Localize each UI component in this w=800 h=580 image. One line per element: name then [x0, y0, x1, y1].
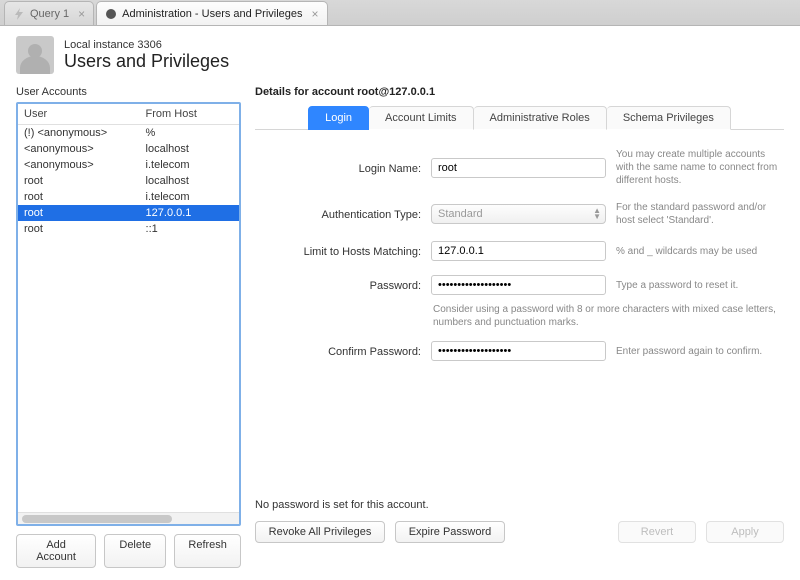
tab-administration[interactable]: Administration - Users and Privileges ×	[96, 1, 327, 25]
password-input[interactable]	[431, 275, 606, 295]
cell-host: %	[140, 125, 239, 141]
close-icon[interactable]: ×	[312, 8, 319, 20]
tab-label: Query 1	[30, 8, 69, 20]
password-label: Password:	[261, 278, 421, 292]
tab-login[interactable]: Login	[308, 106, 369, 130]
hosts-label: Limit to Hosts Matching:	[261, 244, 421, 258]
password-advice: Consider using a password with 8 or more…	[433, 303, 778, 329]
confirm-password-label: Confirm Password:	[261, 344, 421, 358]
col-user-header[interactable]: User	[18, 104, 140, 124]
details-tabs: Login Account Limits Administrative Role…	[255, 106, 784, 130]
refresh-button[interactable]: Refresh	[174, 534, 241, 568]
auth-type-label: Authentication Type:	[261, 207, 421, 221]
hosts-hint: % and _ wildcards may be used	[616, 245, 778, 258]
admin-icon	[105, 8, 117, 20]
table-row[interactable]: rootlocalhost	[18, 173, 239, 189]
cell-host: ::1	[140, 221, 239, 237]
col-host-header[interactable]: From Host	[140, 104, 239, 124]
table-row[interactable]: <anonymous>i.telecom	[18, 157, 239, 173]
password-hint: Type a password to reset it.	[616, 279, 778, 292]
login-name-input[interactable]	[431, 158, 606, 178]
revert-button[interactable]: Revert	[618, 521, 696, 543]
cell-user: root	[18, 205, 140, 221]
cell-host: localhost	[140, 173, 239, 189]
tab-label: Administration - Users and Privileges	[122, 8, 302, 20]
revoke-all-button[interactable]: Revoke All Privileges	[255, 521, 385, 543]
delete-button[interactable]: Delete	[104, 534, 166, 568]
table-row[interactable]: (!) <anonymous>%	[18, 125, 239, 141]
cell-host: i.telecom	[140, 157, 239, 173]
accounts-title: User Accounts	[16, 86, 241, 98]
instance-label: Local instance 3306	[64, 39, 229, 51]
tab-account-limits[interactable]: Account Limits	[369, 106, 474, 130]
cell-user: (!) <anonymous>	[18, 125, 140, 141]
login-name-hint: You may create multiple accounts with th…	[616, 148, 778, 187]
cell-user: root	[18, 173, 140, 189]
avatar	[16, 36, 54, 74]
table-row[interactable]: root127.0.0.1	[18, 205, 239, 221]
hosts-input[interactable]	[431, 241, 606, 261]
accounts-table: User From Host (!) <anonymous>%<anonymou…	[16, 102, 241, 526]
cell-user: root	[18, 189, 140, 205]
login-name-label: Login Name:	[261, 161, 421, 175]
table-row[interactable]: rooti.telecom	[18, 189, 239, 205]
chevron-updown-icon: ▲▼	[593, 208, 601, 220]
password-status: No password is set for this account.	[255, 499, 784, 511]
add-account-button[interactable]: Add Account	[16, 534, 96, 568]
tab-query-1[interactable]: Query 1 ×	[4, 1, 94, 25]
details-title: Details for account root@127.0.0.1	[255, 86, 784, 98]
horizontal-scrollbar[interactable]	[18, 512, 239, 524]
table-row[interactable]: root::1	[18, 221, 239, 237]
auth-type-hint: For the standard password and/or host se…	[616, 201, 778, 227]
cell-host: localhost	[140, 141, 239, 157]
cell-user: <anonymous>	[18, 141, 140, 157]
cell-host: i.telecom	[140, 189, 239, 205]
page-header: Local instance 3306 Users and Privileges	[0, 26, 800, 80]
expire-password-button[interactable]: Expire Password	[395, 521, 505, 543]
login-form: Login Name: You may create multiple acco…	[255, 130, 784, 379]
page-title: Users and Privileges	[64, 51, 229, 72]
apply-button[interactable]: Apply	[706, 521, 784, 543]
accounts-header: User From Host	[18, 104, 239, 125]
table-row[interactable]: <anonymous>localhost	[18, 141, 239, 157]
cell-user: root	[18, 221, 140, 237]
confirm-password-hint: Enter password again to confirm.	[616, 345, 778, 358]
confirm-password-input[interactable]	[431, 341, 606, 361]
cell-host: 127.0.0.1	[140, 205, 239, 221]
close-icon[interactable]: ×	[78, 8, 85, 20]
auth-type-value: Standard	[438, 208, 483, 220]
tab-admin-roles[interactable]: Administrative Roles	[474, 106, 607, 130]
auth-type-select[interactable]: Standard ▲▼	[431, 204, 606, 224]
editor-tab-bar: Query 1 × Administration - Users and Pri…	[0, 0, 800, 26]
tab-schema-privileges[interactable]: Schema Privileges	[607, 106, 731, 130]
query-icon	[13, 8, 25, 20]
cell-user: <anonymous>	[18, 157, 140, 173]
